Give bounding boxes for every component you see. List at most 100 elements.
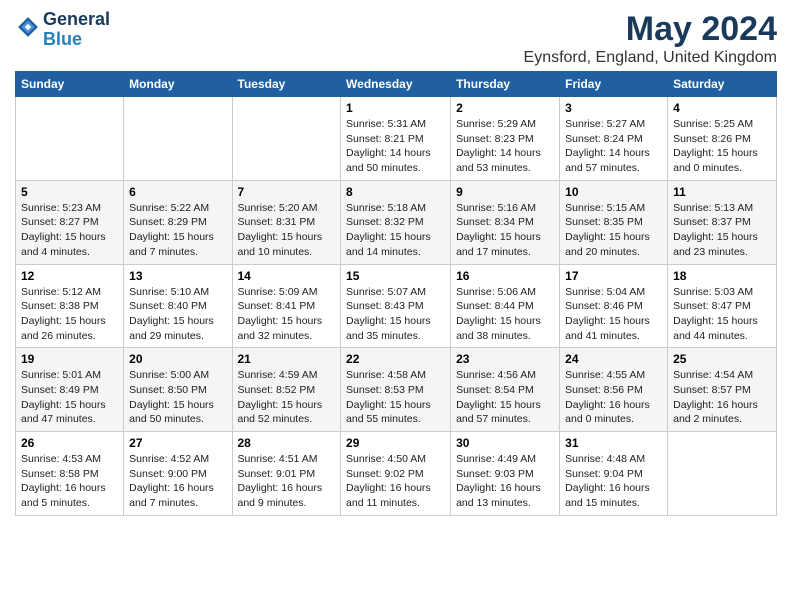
week-row-5: 26Sunrise: 4:53 AMSunset: 8:58 PMDayligh… [16, 432, 777, 516]
weekday-header-friday: Friday [560, 72, 668, 97]
day-number: 8 [346, 185, 445, 199]
logo-icon [17, 16, 39, 38]
weekday-header-sunday: Sunday [16, 72, 124, 97]
day-number: 11 [673, 185, 771, 199]
day-number: 9 [456, 185, 554, 199]
calendar-cell: 31 Sunrise: 4:48 AMSunset: 9:04 PMDayligh… [560, 432, 668, 516]
day-info: Sunrise: 5:25 AMSunset: 8:26 PMDaylight:… [673, 117, 771, 176]
day-info: Sunrise: 4:52 AMSunset: 9:00 PMDaylight:… [129, 452, 226, 511]
calendar-cell [232, 97, 341, 181]
calendar-cell: 10 Sunrise: 5:15 AMSunset: 8:35 PMDayligh… [560, 180, 668, 264]
week-row-2: 5 Sunrise: 5:23 AMSunset: 8:27 PMDaylight… [16, 180, 777, 264]
day-number: 28 [238, 436, 336, 450]
day-number: 3 [565, 101, 662, 115]
day-number: 5 [21, 185, 118, 199]
calendar-cell: 12 Sunrise: 5:12 AMSunset: 8:38 PMDayligh… [16, 264, 124, 348]
weekday-header-row: SundayMondayTuesdayWednesdayThursdayFrid… [16, 72, 777, 97]
weekday-header-wednesday: Wednesday [341, 72, 451, 97]
day-info: Sunrise: 5:15 AMSunset: 8:35 PMDaylight:… [565, 201, 662, 260]
day-number: 6 [129, 185, 226, 199]
day-info: Sunrise: 5:10 AMSunset: 8:40 PMDaylight:… [129, 285, 226, 344]
day-number: 10 [565, 185, 662, 199]
day-number: 24 [565, 352, 662, 366]
day-info: Sunrise: 4:58 AMSunset: 8:53 PMDaylight:… [346, 368, 445, 427]
day-info: Sunrise: 4:49 AMSunset: 9:03 PMDaylight:… [456, 452, 554, 511]
day-info: Sunrise: 5:27 AMSunset: 8:24 PMDaylight:… [565, 117, 662, 176]
calendar-cell: 29Sunrise: 4:50 AMSunset: 9:02 PMDayligh… [341, 432, 451, 516]
day-info: Sunrise: 5:23 AMSunset: 8:27 PMDaylight:… [21, 201, 118, 260]
day-number: 21 [238, 352, 336, 366]
day-number: 30 [456, 436, 554, 450]
page-header: General Blue May 2024 Eynsford, England,… [15, 10, 777, 67]
day-number: 25 [673, 352, 771, 366]
day-number: 16 [456, 269, 554, 283]
calendar-cell: 20 Sunrise: 5:00 AMSunset: 8:50 PMDayligh… [124, 348, 232, 432]
day-number: 23 [456, 352, 554, 366]
week-row-4: 19 Sunrise: 5:01 AMSunset: 8:49 PMDayligh… [16, 348, 777, 432]
calendar-cell: 6 Sunrise: 5:22 AMSunset: 8:29 PMDaylight… [124, 180, 232, 264]
calendar-cell: 30 Sunrise: 4:49 AMSunset: 9:03 PMDayligh… [451, 432, 560, 516]
calendar-cell: 8 Sunrise: 5:18 AMSunset: 8:32 PMDaylight… [341, 180, 451, 264]
day-info: Sunrise: 5:00 AMSunset: 8:50 PMDaylight:… [129, 368, 226, 427]
week-row-3: 12 Sunrise: 5:12 AMSunset: 8:38 PMDayligh… [16, 264, 777, 348]
calendar-cell: 21 Sunrise: 4:59 AMSunset: 8:52 PMDayligh… [232, 348, 341, 432]
day-number: 13 [129, 269, 226, 283]
calendar-cell: 19 Sunrise: 5:01 AMSunset: 8:49 PMDayligh… [16, 348, 124, 432]
calendar-cell: 18Sunrise: 5:03 AMSunset: 8:47 PMDayligh… [668, 264, 777, 348]
calendar-cell [668, 432, 777, 516]
calendar-cell: 16Sunrise: 5:06 AMSunset: 8:44 PMDayligh… [451, 264, 560, 348]
location-title: Eynsford, England, United Kingdom [524, 49, 777, 67]
calendar-cell: 26Sunrise: 4:53 AMSunset: 8:58 PMDayligh… [16, 432, 124, 516]
day-number: 19 [21, 352, 118, 366]
calendar-cell: 2Sunrise: 5:29 AMSunset: 8:23 PMDaylight… [451, 97, 560, 181]
day-info: Sunrise: 4:54 AMSunset: 8:57 PMDaylight:… [673, 368, 771, 427]
calendar-cell: 5 Sunrise: 5:23 AMSunset: 8:27 PMDaylight… [16, 180, 124, 264]
day-info: Sunrise: 5:04 AMSunset: 8:46 PMDaylight:… [565, 285, 662, 344]
calendar-cell [16, 97, 124, 181]
weekday-header-tuesday: Tuesday [232, 72, 341, 97]
day-number: 17 [565, 269, 662, 283]
day-number: 12 [21, 269, 118, 283]
day-number: 4 [673, 101, 771, 115]
day-number: 2 [456, 101, 554, 115]
logo: General Blue [15, 10, 110, 50]
day-info: Sunrise: 4:48 AMSunset: 9:04 PMDaylight:… [565, 452, 662, 511]
day-info: Sunrise: 5:18 AMSunset: 8:32 PMDaylight:… [346, 201, 445, 260]
day-number: 15 [346, 269, 445, 283]
day-number: 29 [346, 436, 445, 450]
day-info: Sunrise: 4:59 AMSunset: 8:52 PMDaylight:… [238, 368, 336, 427]
month-title: May 2024 [524, 10, 777, 49]
calendar-table: SundayMondayTuesdayWednesdayThursdayFrid… [15, 71, 777, 516]
day-info: Sunrise: 5:16 AMSunset: 8:34 PMDaylight:… [456, 201, 554, 260]
day-number: 7 [238, 185, 336, 199]
weekday-header-saturday: Saturday [668, 72, 777, 97]
calendar-cell: 22Sunrise: 4:58 AMSunset: 8:53 PMDayligh… [341, 348, 451, 432]
day-number: 27 [129, 436, 226, 450]
day-info: Sunrise: 5:31 AMSunset: 8:21 PMDaylight:… [346, 117, 445, 176]
day-info: Sunrise: 5:13 AMSunset: 8:37 PMDaylight:… [673, 201, 771, 260]
day-info: Sunrise: 5:20 AMSunset: 8:31 PMDaylight:… [238, 201, 336, 260]
day-info: Sunrise: 5:07 AMSunset: 8:43 PMDaylight:… [346, 285, 445, 344]
day-number: 20 [129, 352, 226, 366]
calendar-cell: 4 Sunrise: 5:25 AMSunset: 8:26 PMDaylight… [668, 97, 777, 181]
day-info: Sunrise: 5:22 AMSunset: 8:29 PMDaylight:… [129, 201, 226, 260]
calendar-cell: 1 Sunrise: 5:31 AMSunset: 8:21 PMDaylight… [341, 97, 451, 181]
calendar-cell: 17 Sunrise: 5:04 AMSunset: 8:46 PMDayligh… [560, 264, 668, 348]
day-info: Sunrise: 4:51 AMSunset: 9:01 PMDaylight:… [238, 452, 336, 511]
day-number: 31 [565, 436, 662, 450]
calendar-cell: 15 Sunrise: 5:07 AMSunset: 8:43 PMDayligh… [341, 264, 451, 348]
day-number: 1 [346, 101, 445, 115]
week-row-1: 1 Sunrise: 5:31 AMSunset: 8:21 PMDaylight… [16, 97, 777, 181]
day-info: Sunrise: 5:12 AMSunset: 8:38 PMDaylight:… [21, 285, 118, 344]
calendar-cell: 13 Sunrise: 5:10 AMSunset: 8:40 PMDayligh… [124, 264, 232, 348]
day-number: 14 [238, 269, 336, 283]
title-area: May 2024 Eynsford, England, United Kingd… [524, 10, 777, 67]
calendar-cell: 7 Sunrise: 5:20 AMSunset: 8:31 PMDaylight… [232, 180, 341, 264]
calendar-cell: 27 Sunrise: 4:52 AMSunset: 9:00 PMDayligh… [124, 432, 232, 516]
weekday-header-thursday: Thursday [451, 72, 560, 97]
day-info: Sunrise: 4:55 AMSunset: 8:56 PMDaylight:… [565, 368, 662, 427]
day-info: Sunrise: 5:01 AMSunset: 8:49 PMDaylight:… [21, 368, 118, 427]
calendar-cell: 28 Sunrise: 4:51 AMSunset: 9:01 PMDayligh… [232, 432, 341, 516]
calendar-cell: 23Sunrise: 4:56 AMSunset: 8:54 PMDayligh… [451, 348, 560, 432]
day-number: 18 [673, 269, 771, 283]
